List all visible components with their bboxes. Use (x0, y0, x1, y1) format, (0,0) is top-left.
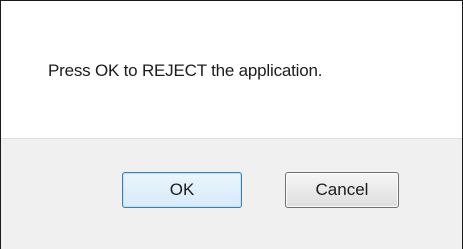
ok-button[interactable]: OK (122, 172, 242, 208)
dialog-message: Press OK to REJECT the application. (48, 61, 323, 80)
dialog-message-area: Press OK to REJECT the application. (1, 1, 462, 138)
dialog-button-bar: OK Cancel (1, 138, 462, 249)
confirm-dialog: Press OK to REJECT the application. OK C… (0, 0, 463, 249)
cancel-button[interactable]: Cancel (285, 172, 399, 208)
